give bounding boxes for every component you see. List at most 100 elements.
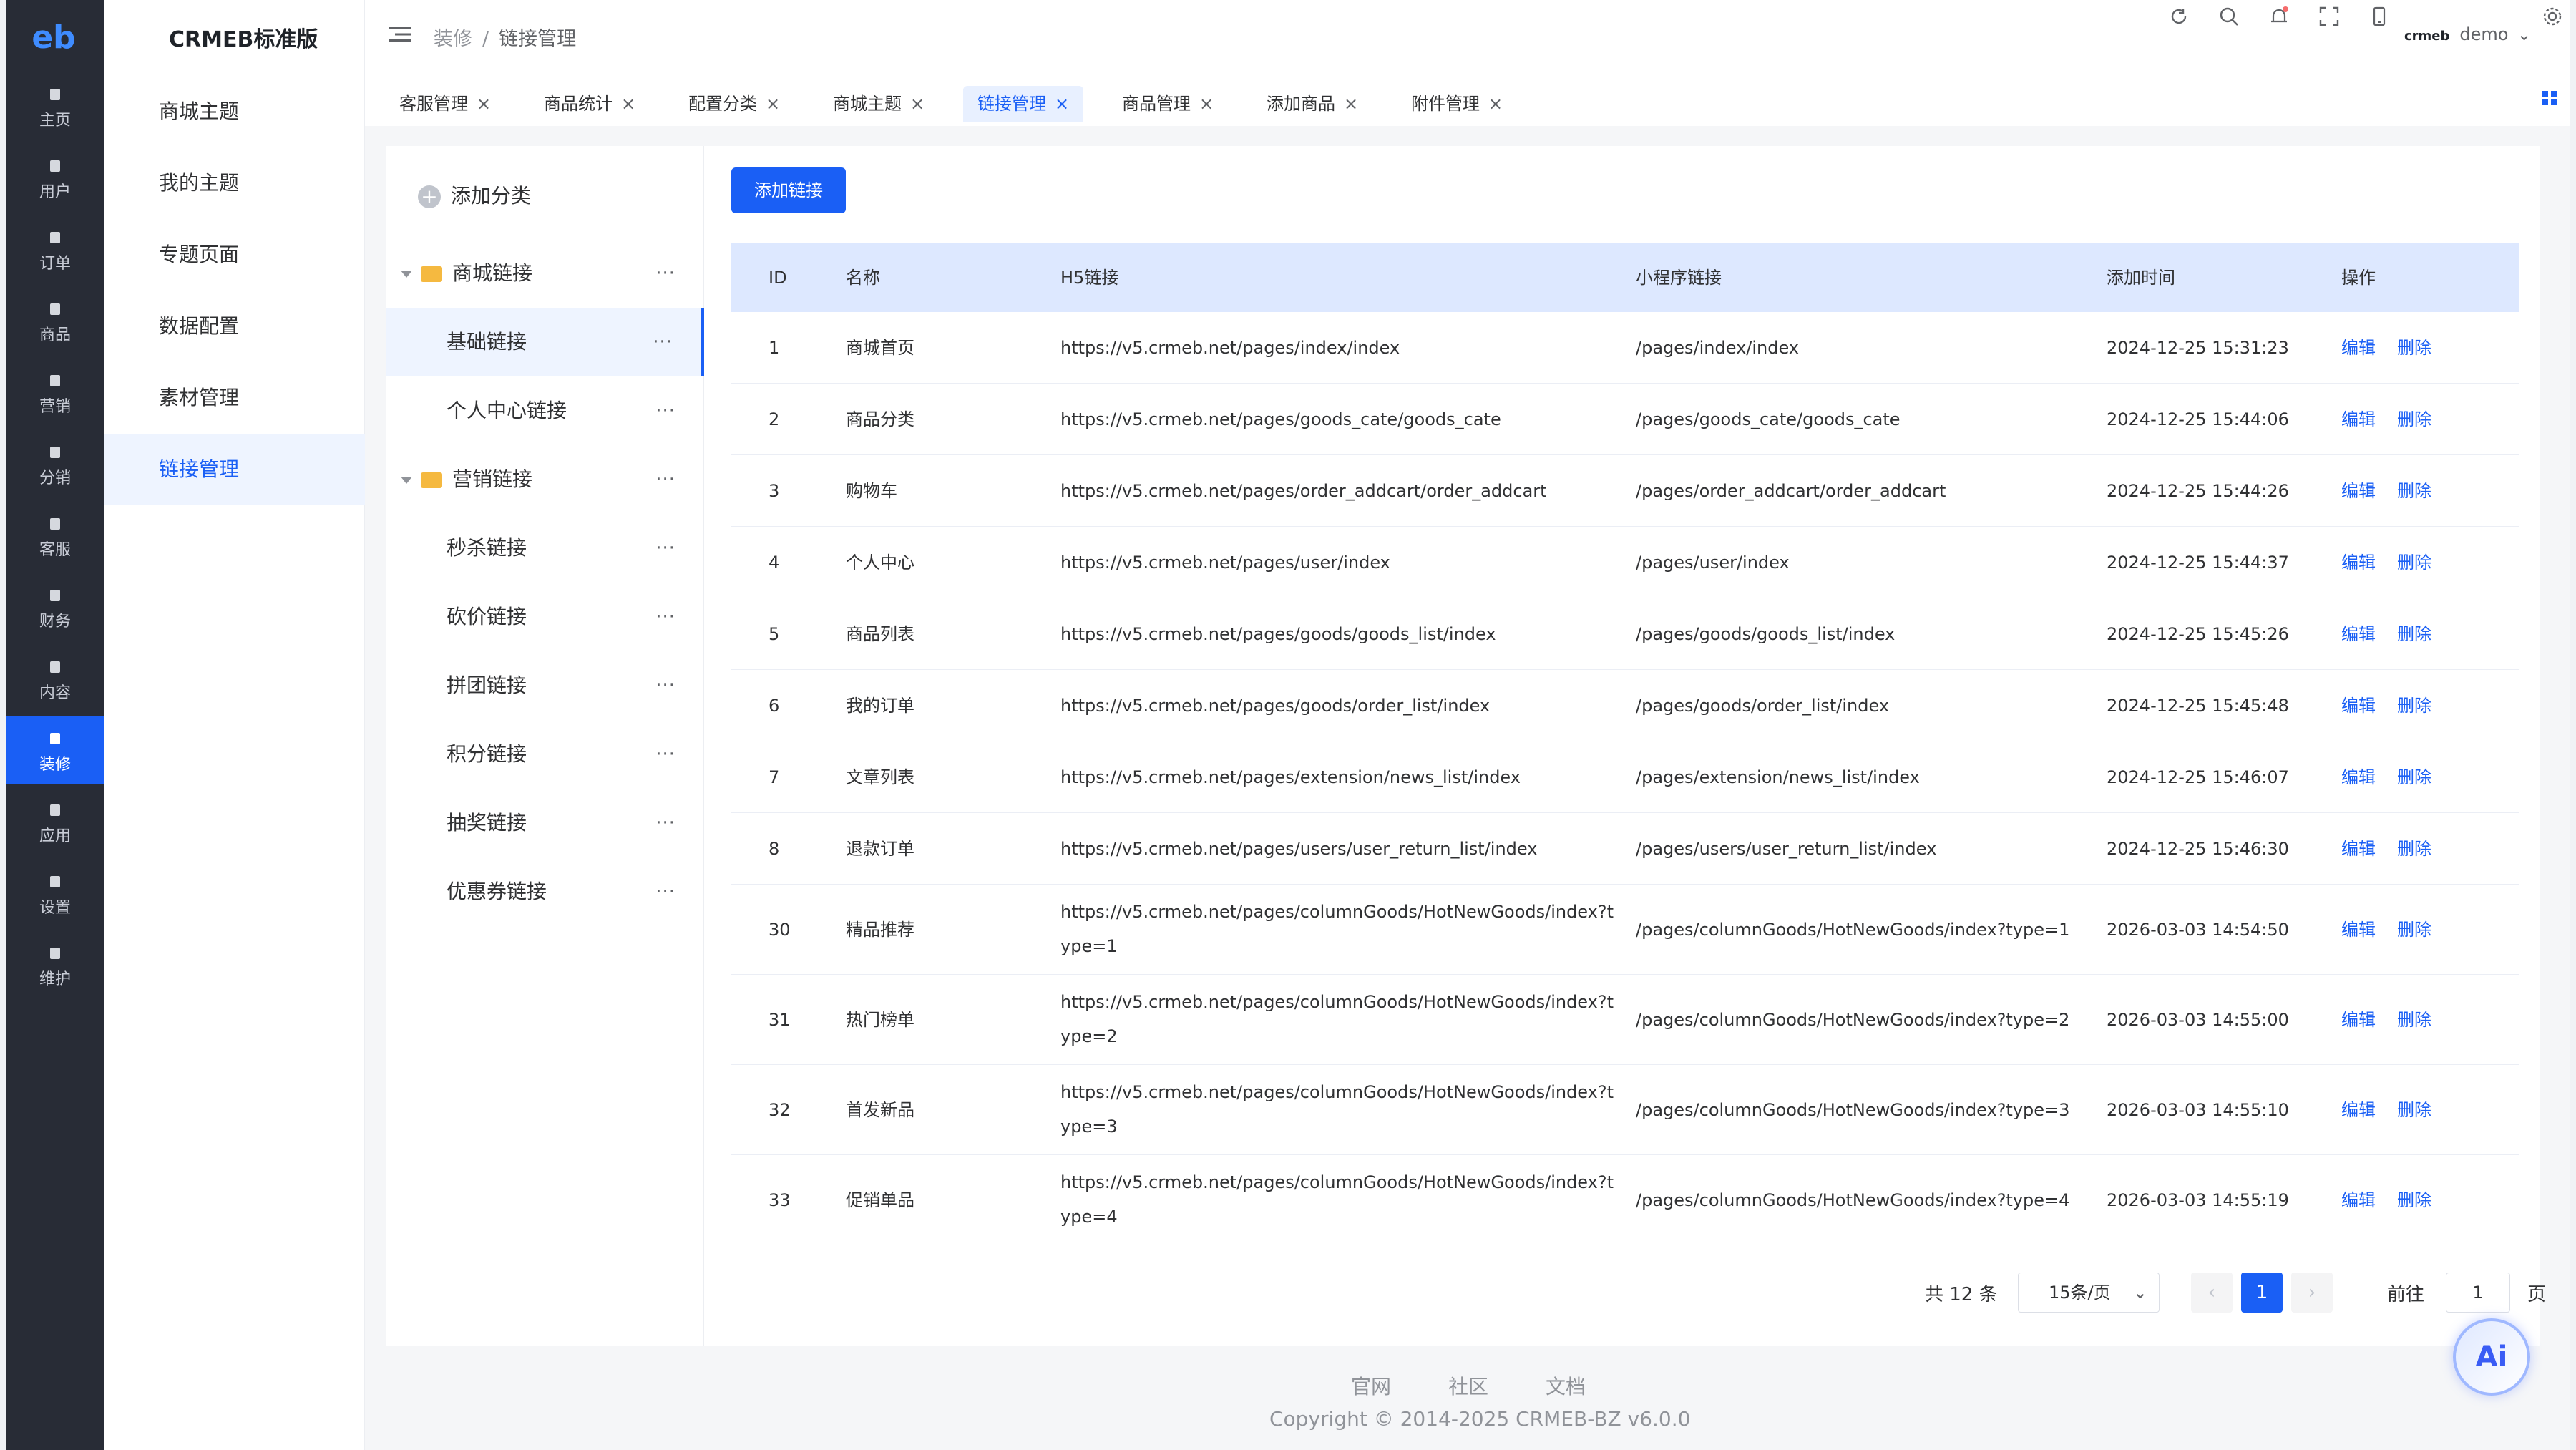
gear-icon[interactable] (2542, 6, 2563, 27)
edit-button[interactable]: 编辑 (2341, 338, 2376, 358)
edit-button[interactable]: 编辑 (2341, 920, 2376, 940)
nav-item-distribution[interactable]: 分销 (6, 429, 104, 498)
nav-item-home[interactable]: 主页 (6, 72, 104, 140)
tab-item[interactable]: 链接管理 × (963, 86, 1084, 122)
close-icon[interactable]: × (477, 94, 491, 114)
caret-down-icon[interactable] (401, 271, 412, 278)
page-size-select[interactable]: 15条/页 ⌄ (2018, 1273, 2160, 1313)
tree-group[interactable]: 营销链接 ··· (386, 445, 704, 514)
tab-item[interactable]: 商品管理 × (1108, 86, 1228, 122)
tree-node[interactable]: 积分链接 ··· (386, 720, 704, 789)
sub-nav-item[interactable]: 我的主题 (104, 147, 365, 219)
edit-button[interactable]: 编辑 (2341, 624, 2376, 644)
close-icon[interactable]: × (766, 94, 780, 114)
edit-button[interactable]: 编辑 (2341, 409, 2376, 429)
more-icon[interactable]: ··· (655, 376, 675, 445)
more-icon[interactable]: ··· (655, 720, 675, 789)
nav-item-order[interactable]: 订单 (6, 215, 104, 283)
more-icon[interactable]: ··· (655, 857, 675, 926)
edit-button[interactable]: 编辑 (2341, 481, 2376, 501)
caret-down-icon[interactable] (401, 477, 412, 484)
sub-nav-item[interactable]: 素材管理 (104, 362, 365, 434)
sub-nav-item[interactable]: 链接管理 (104, 434, 365, 505)
delete-button[interactable]: 删除 (2397, 696, 2431, 716)
edit-button[interactable]: 编辑 (2341, 696, 2376, 716)
tree-node[interactable]: 秒杀链接 ··· (386, 514, 704, 583)
delete-button[interactable]: 删除 (2397, 1100, 2431, 1120)
sub-nav-item[interactable]: 专题页面 (104, 219, 365, 291)
user-menu[interactable]: crmeb demo ⌄ (2404, 24, 2532, 44)
tab-item[interactable]: 商城主题 × (819, 86, 939, 122)
delete-button[interactable]: 删除 (2397, 1010, 2431, 1030)
nav-item-maintenance[interactable]: 维护 (6, 930, 104, 999)
tree-node[interactable]: 抽奖链接 ··· (386, 789, 704, 857)
more-icon[interactable]: ··· (655, 239, 675, 308)
delete-button[interactable]: 删除 (2397, 481, 2431, 501)
tree-node[interactable]: 个人中心链接 ··· (386, 376, 704, 445)
tab-item[interactable]: 添加商品 × (1252, 86, 1372, 122)
close-icon[interactable]: × (1055, 94, 1069, 114)
tab-item[interactable]: 附件管理 × (1397, 86, 1517, 122)
prev-page-button[interactable]: ‹ (2191, 1273, 2233, 1313)
grid-menu-icon[interactable] (2542, 90, 2557, 106)
close-icon[interactable]: × (910, 94, 924, 114)
nav-item-product[interactable]: 商品 (6, 286, 104, 355)
tab-item[interactable]: 商品统计 × (530, 86, 650, 122)
sub-nav-item[interactable]: 商城主题 (104, 76, 365, 147)
refresh-icon[interactable] (2168, 6, 2190, 27)
delete-button[interactable]: 删除 (2397, 553, 2431, 573)
delete-button[interactable]: 删除 (2397, 767, 2431, 787)
goto-page-input[interactable]: 1 (2446, 1273, 2510, 1313)
nav-item-user[interactable]: 用户 (6, 143, 104, 212)
more-icon[interactable]: ··· (653, 308, 673, 376)
delete-button[interactable]: 删除 (2397, 624, 2431, 644)
edit-button[interactable]: 编辑 (2341, 1190, 2376, 1210)
delete-button[interactable]: 删除 (2397, 338, 2431, 358)
page-number-current[interactable]: 1 (2241, 1273, 2283, 1313)
nav-item-finance[interactable]: 财务 (6, 573, 104, 641)
ai-assistant-button[interactable]: Ai (2453, 1318, 2530, 1396)
notification-bell-icon[interactable] (2268, 6, 2290, 27)
more-icon[interactable]: ··· (655, 651, 675, 720)
nav-item-decoration[interactable]: 装修 (6, 716, 104, 784)
close-icon[interactable]: × (1199, 94, 1214, 114)
tree-node[interactable]: 优惠券链接 ··· (386, 857, 704, 926)
mobile-preview-icon[interactable] (2368, 6, 2390, 27)
add-link-button[interactable]: 添加链接 (731, 167, 846, 213)
logo[interactable]: eb (31, 20, 77, 56)
delete-button[interactable]: 删除 (2397, 409, 2431, 429)
add-category-button[interactable]: + 添加分类 (418, 180, 531, 209)
edit-button[interactable]: 编辑 (2341, 767, 2376, 787)
edit-button[interactable]: 编辑 (2341, 1100, 2376, 1120)
footer-link-docs[interactable]: 文档 (1546, 1375, 1586, 1398)
close-icon[interactable]: × (1344, 94, 1358, 114)
footer-link-official[interactable]: 官网 (1351, 1375, 1391, 1398)
tree-node[interactable]: 砍价链接 ··· (386, 583, 704, 651)
next-page-button[interactable]: › (2291, 1273, 2333, 1313)
nav-item-apps[interactable]: 应用 (6, 787, 104, 856)
footer-link-community[interactable]: 社区 (1448, 1375, 1488, 1398)
more-icon[interactable]: ··· (655, 583, 675, 651)
delete-button[interactable]: 删除 (2397, 839, 2431, 859)
edit-button[interactable]: 编辑 (2341, 1010, 2376, 1030)
sub-nav-item[interactable]: 数据配置 (104, 291, 365, 362)
delete-button[interactable]: 删除 (2397, 1190, 2431, 1210)
fullscreen-icon[interactable] (2318, 6, 2340, 27)
tree-node[interactable]: 拼团链接 ··· (386, 651, 704, 720)
nav-item-content[interactable]: 内容 (6, 644, 104, 713)
more-icon[interactable]: ··· (655, 445, 675, 514)
edit-button[interactable]: 编辑 (2341, 839, 2376, 859)
tree-node[interactable]: 基础链接 ··· (386, 308, 704, 376)
more-icon[interactable]: ··· (655, 514, 675, 583)
menu-toggle-icon[interactable] (389, 26, 411, 43)
delete-button[interactable]: 删除 (2397, 920, 2431, 940)
tree-group[interactable]: 商城链接 ··· (386, 239, 704, 308)
nav-item-settings[interactable]: 设置 (6, 859, 104, 928)
nav-item-service[interactable]: 客服 (6, 501, 104, 570)
breadcrumb-item[interactable]: 装修 (434, 28, 472, 50)
tab-item[interactable]: 客服管理 × (385, 86, 505, 122)
tab-item[interactable]: 配置分类 × (674, 86, 794, 122)
search-icon[interactable] (2218, 6, 2240, 27)
close-icon[interactable]: × (621, 94, 635, 114)
more-icon[interactable]: ··· (655, 789, 675, 857)
